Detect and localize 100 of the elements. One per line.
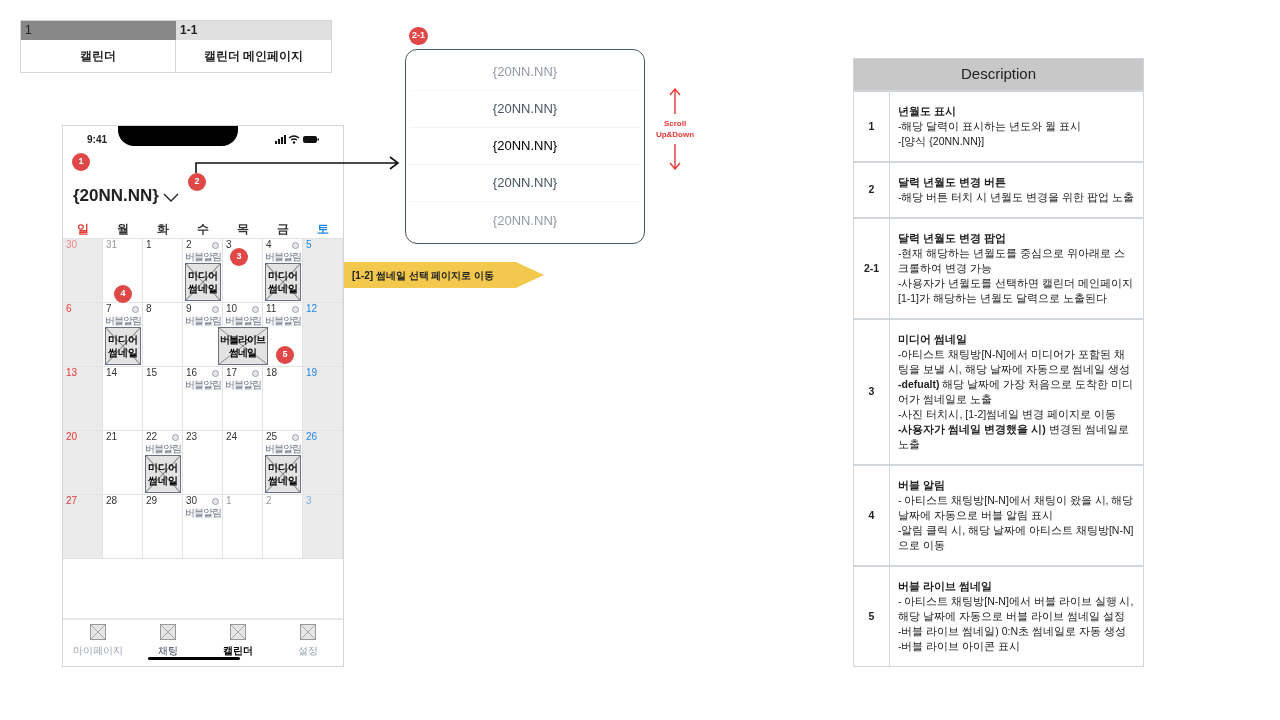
image-placeholder-icon [90, 624, 106, 640]
thumbnail-label: 미디어 썸네일 [186, 269, 219, 295]
date-number: 5 [306, 239, 312, 251]
image-placeholder[interactable]: 미디어 썸네일 [184, 263, 221, 301]
description-text: -현재 해당하는 년월도를 중심으로 위아래로 스크롤하여 변경 가능 [898, 246, 1127, 276]
page-number: 1-1 [176, 21, 331, 40]
chevron-down-icon [163, 191, 179, 203]
row-number: 3 [854, 320, 890, 464]
date-number: 18 [266, 367, 278, 379]
weekday-label: 토 [316, 221, 330, 238]
description-text: -defualt) 해당 날짜에 가장 처음으로 도착한 미디어가 썸네일로 노출 [898, 377, 1134, 407]
navigation-callout: [1-2] 썸네일 선택 페이지로 이동 [344, 262, 544, 288]
weekday-label: 월 [116, 221, 130, 238]
description-text: -사용자가 썸네일 변경했을 시) 변경된 썸네일로 노출 [898, 422, 1130, 452]
picker-option[interactable]: {20NN.NN} [410, 54, 640, 91]
row-number: 2-1 [854, 219, 890, 318]
date-number: 30 [186, 495, 198, 507]
section-number: 1 [21, 21, 176, 40]
picker-option[interactable]: {20NN.NN} [410, 91, 640, 128]
description-text: -[양식 {20NN.NN}] [898, 134, 986, 149]
date-number: 1 [226, 495, 232, 507]
date-number: 3 [226, 239, 232, 251]
date-number: 6 [66, 303, 72, 315]
bubble-label[interactable]: 버블알림 [104, 315, 141, 327]
step-marker: 1 [72, 153, 90, 171]
status-time: 9:41 [87, 132, 107, 147]
date-number: 24 [226, 431, 238, 443]
date-number: 11 [266, 303, 277, 315]
image-placeholder[interactable]: 미디어 썸네일 [264, 263, 301, 301]
date-number: 25 [266, 431, 278, 443]
row-title: 달력 년월도 변경 버튼 [898, 175, 1007, 190]
tab-bar-item[interactable]: 캘린더 [203, 624, 273, 666]
date-number: 17 [226, 367, 238, 379]
status-icons [275, 134, 319, 144]
description-text: - 아티스트 채팅방[N-N]에서 채팅이 왔을 시, 해당 날짜에 자동으로 버블 알림 표시 [898, 493, 1135, 523]
description-text: -해당 달력이 표시하는 년도와 월 표시 [898, 119, 1083, 134]
description-text: -버블 라이브 아이콘 표시 [898, 639, 1022, 654]
date-number: 23 [186, 431, 198, 443]
row-title: 미디어 썸네일 [898, 332, 968, 347]
date-number: 27 [66, 495, 78, 507]
picker-option[interactable]: {20NN.NN} [410, 165, 640, 202]
date-number: 8 [146, 303, 152, 315]
description-text: -사진 터치시, [1-2]썸네일 변경 페이지로 이동 [898, 407, 1117, 422]
step-marker: 2-1 [409, 27, 428, 45]
row-number: 2 [854, 163, 890, 217]
page-name: 캘린더 메인페이지 [202, 48, 305, 65]
date-number: 3 [306, 495, 312, 507]
date-number: 31 [106, 239, 118, 251]
thumbnail-label: 미디어 썸네일 [146, 461, 179, 487]
row-number: 1 [854, 92, 890, 161]
date-number: 12 [306, 303, 318, 315]
date-number: 1 [146, 239, 152, 251]
date-number: 14 [106, 367, 118, 379]
description-text: -해당 버튼 터치 시 년월도 변경을 위한 팝업 노출 [898, 190, 1135, 205]
bubble-label[interactable]: 버블알림 [264, 315, 301, 327]
bubble-label[interactable]: 버블알림 [184, 315, 221, 327]
date-number: 22 [146, 431, 158, 443]
row-number: 4 [854, 466, 890, 565]
image-placeholder-icon [300, 624, 316, 640]
image-placeholder[interactable]: 미디어 썸네일 [104, 327, 141, 365]
date-number: 26 [306, 431, 318, 443]
row-title: 버블 알림 [898, 478, 946, 493]
section-name: 캘린더 [21, 40, 176, 72]
arrow-up-icon [669, 88, 681, 114]
row-title: 달력 년월도 변경 팝업 [898, 231, 1007, 246]
bubble-label[interactable]: 버블알림 [184, 251, 221, 263]
bubble-label[interactable]: 버블알림 [224, 379, 261, 391]
image-placeholder-icon [160, 624, 176, 640]
date-number: 29 [146, 495, 158, 507]
description-text: - 아티스트 채팅방[N-N]에서 버블 라이브 실행 시, 해당 날짜에 자동으로 버블 라이브 썸네일 설정 [898, 594, 1135, 624]
bubble-label[interactable]: 버블알림 [184, 379, 221, 391]
bubble-label[interactable]: 버블알림 [264, 251, 301, 263]
date-number: 19 [306, 367, 318, 379]
bubble-label[interactable]: 버블알림 [224, 315, 261, 327]
date-number: 4 [266, 239, 272, 251]
bubble-label[interactable]: 버블알림 [144, 443, 181, 455]
description-text: -사용자가 년월도를 선택하면 캘린더 메인페이지 [1-1]가 해당하는 년월도 달력으로 노출된다 [898, 276, 1135, 306]
weekday-label: 목 [236, 221, 250, 238]
description-text: -아티스트 채팅방[N-N]에서 미디어가 포함된 채팅을 보낼 시, 해당 날짜에 자동으로 썸네일 생성 [898, 347, 1132, 377]
description-text: -알림 클릭 시, 해당 날짜에 아티스트 채팅방[N-N]으로 이동 [898, 523, 1135, 553]
thumbnail-label: 미디어 썸네일 [266, 269, 299, 295]
image-placeholder[interactable]: 버블라이브 썸네일 [217, 327, 268, 365]
date-number: 20 [66, 431, 78, 443]
tab-bar-item[interactable]: 채팅 [133, 624, 203, 666]
image-placeholder[interactable]: 미디어 썸네일 [144, 455, 181, 493]
date-number: 2 [186, 239, 192, 251]
picker-option[interactable]: {20NN.NN} [410, 202, 640, 239]
date-number: 21 [106, 431, 118, 443]
bubble-label[interactable]: 버블알림 [184, 507, 221, 519]
description-text: -버블 라이브 썸네일) 0:N초 썸네일로 자동 생성 [898, 624, 1127, 639]
weekday-label: 금 [276, 221, 290, 238]
image-placeholder-icon [230, 624, 246, 640]
picker-option[interactable]: {20NN.NN} [410, 128, 640, 165]
scroll-hint: Scroll Up&Down [654, 118, 696, 140]
weekday-label: 화 [156, 221, 170, 238]
bubble-label[interactable]: 버블알림 [264, 443, 301, 455]
weekday-label: 수 [196, 221, 210, 238]
date-number: 15 [146, 367, 158, 379]
image-placeholder[interactable]: 미디어 썸네일 [264, 455, 301, 493]
thumbnail-label: 미디어 썸네일 [266, 461, 299, 487]
